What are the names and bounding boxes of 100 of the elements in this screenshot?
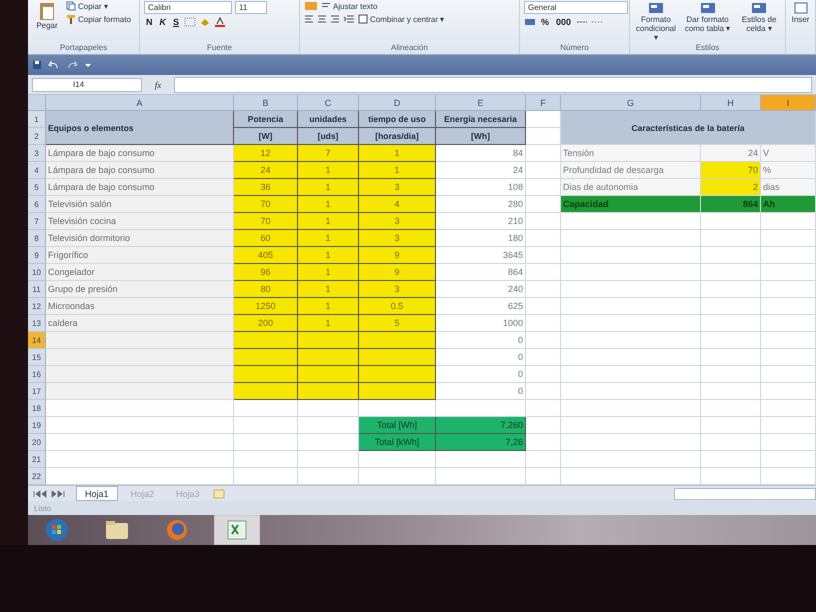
- percent-button[interactable]: %: [539, 17, 552, 27]
- indent-icon[interactable]: [343, 14, 355, 24]
- thousands-button[interactable]: 000: [554, 17, 574, 27]
- insert-button[interactable]: Inser: [790, 1, 811, 24]
- paste-button[interactable]: Pegar: [32, 1, 62, 30]
- row-heading[interactable]: 15: [28, 349, 46, 366]
- table-cell: 1: [298, 247, 359, 264]
- font-size-field[interactable]: 11: [235, 1, 267, 14]
- battery-label: Profundidad de descarga: [561, 162, 701, 180]
- table-cell: 625: [436, 298, 526, 316]
- spreadsheet-icon[interactable]: [227, 520, 247, 540]
- folder-icon[interactable]: [105, 520, 129, 540]
- insert-cells-icon: [792, 1, 808, 15]
- merge-center-button[interactable]: Combinar y centrar ▾: [358, 14, 444, 24]
- table-cell: caldera: [46, 315, 234, 332]
- format-painter-button[interactable]: Copiar formato: [66, 14, 131, 24]
- total-value: 7,26: [436, 434, 526, 452]
- row-heading[interactable]: 4: [28, 162, 46, 180]
- currency-icon[interactable]: [524, 17, 536, 27]
- start-orb-icon[interactable]: [45, 518, 69, 542]
- table-cell: 240: [436, 281, 526, 298]
- row-heading[interactable]: 22: [28, 468, 46, 486]
- row-heading[interactable]: 9: [28, 247, 46, 264]
- row-heading[interactable]: 11: [28, 281, 46, 298]
- select-all-button[interactable]: [28, 95, 46, 112]
- row-heading[interactable]: 19: [28, 417, 46, 434]
- unit-header: [horas/dia]: [359, 128, 436, 146]
- font-style-button[interactable]: K: [158, 17, 168, 27]
- row-heading[interactable]: 1: [28, 111, 46, 128]
- battery-label: Capacidad: [561, 196, 701, 214]
- row-heading[interactable]: 20: [28, 434, 46, 452]
- group-label: Portapapeles: [58, 42, 108, 54]
- table-cell: Grupo de presión: [46, 281, 234, 298]
- table-cell: 210: [436, 213, 526, 230]
- styles-button[interactable]: Estilos de celda ▾: [737, 1, 781, 33]
- table-cell: 0: [436, 383, 526, 400]
- row-heading[interactable]: 18: [28, 400, 46, 418]
- column-header: Energía necesaria: [436, 111, 526, 128]
- column-header: Equipos o elementos: [46, 111, 234, 146]
- table-cell: Televisión salón: [46, 196, 234, 214]
- table-cell: 280: [436, 196, 526, 214]
- column-heading[interactable]: E: [436, 95, 526, 112]
- table-cell: Lámpara de bajo consumo: [46, 145, 234, 162]
- styles-button[interactable]: Dar formato como tabla ▾: [682, 1, 734, 33]
- number-format-field[interactable]: General: [524, 1, 628, 14]
- table-cell: 1: [359, 145, 436, 162]
- row-heading[interactable]: 6: [28, 196, 46, 214]
- column-heading[interactable]: H: [701, 95, 761, 112]
- unit-header: [W]: [234, 128, 298, 146]
- row-heading[interactable]: 17: [28, 383, 46, 400]
- table-cell: Microondas: [46, 298, 234, 316]
- column-heading[interactable]: I: [761, 95, 816, 112]
- row-heading[interactable]: 2: [28, 128, 46, 146]
- row-heading[interactable]: 12: [28, 298, 46, 316]
- battery-title: Características de la batería: [561, 111, 816, 146]
- name-box[interactable]: I14: [32, 78, 142, 92]
- column-heading[interactable]: A: [46, 95, 234, 112]
- align-center-icon[interactable]: [317, 14, 327, 24]
- column-heading[interactable]: C: [298, 95, 359, 112]
- paintbrush-icon: [66, 14, 76, 24]
- battery-unit: Ah: [761, 196, 816, 214]
- column-heading[interactable]: B: [234, 95, 298, 112]
- insert-function-button[interactable]: fx: [148, 80, 168, 90]
- font-style-button[interactable]: N: [144, 17, 154, 27]
- table-cell: 7: [298, 145, 359, 162]
- font-name-field[interactable]: Calibri: [144, 1, 232, 14]
- row-heading[interactable]: 21: [28, 451, 46, 468]
- wrap-text-button[interactable]: Ajustar texto: [321, 1, 378, 11]
- align-left-icon[interactable]: [304, 14, 314, 24]
- font-color-icon[interactable]: [214, 17, 226, 27]
- taskbar-button[interactable]: [214, 515, 260, 545]
- redo-icon[interactable]: [66, 60, 78, 70]
- table-cell: Lámpara de bajo consumo: [46, 162, 234, 180]
- sheet-tab[interactable]: Hoja1: [76, 486, 118, 502]
- row-heading[interactable]: 10: [28, 264, 46, 282]
- row-heading[interactable]: 14: [28, 332, 46, 350]
- column-heading[interactable]: D: [359, 95, 436, 112]
- borders-icon[interactable]: [184, 17, 196, 27]
- row-heading[interactable]: 3: [28, 145, 46, 162]
- horizontal-scrollbar[interactable]: [674, 488, 816, 500]
- column-heading[interactable]: F: [526, 95, 561, 112]
- table-cell: 80: [234, 281, 298, 298]
- column-heading[interactable]: G: [561, 95, 701, 112]
- formula-field[interactable]: [174, 76, 812, 93]
- save-icon[interactable]: [32, 60, 42, 70]
- row-heading[interactable]: 8: [28, 230, 46, 248]
- fill-color-icon[interactable]: [199, 17, 212, 27]
- new-sheet-icon[interactable]: [212, 488, 225, 499]
- font-style-button[interactable]: S: [171, 17, 182, 27]
- align-right-icon[interactable]: [330, 14, 340, 24]
- browser-icon[interactable]: [166, 519, 188, 541]
- total-label: Total [kWh]: [359, 434, 436, 452]
- undo-icon[interactable]: [48, 60, 60, 70]
- row-heading[interactable]: 13: [28, 315, 46, 332]
- row-heading[interactable]: 16: [28, 366, 46, 384]
- table-cell: 36: [234, 179, 298, 196]
- row-heading[interactable]: 5: [28, 179, 46, 196]
- styles-button[interactable]: Formato condicional ▾: [634, 1, 678, 42]
- copy-button[interactable]: Copiar ▾: [66, 1, 131, 11]
- row-heading[interactable]: 7: [28, 213, 46, 230]
